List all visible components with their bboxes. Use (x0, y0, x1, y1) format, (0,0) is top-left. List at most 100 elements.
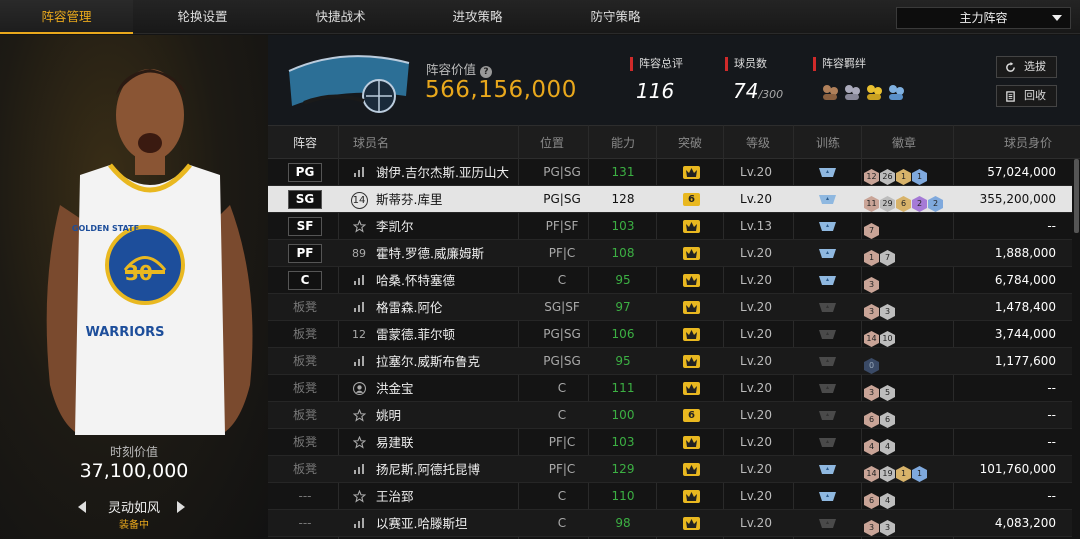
table-row[interactable]: 板凳 12 雷蒙德.菲尔顿 PG|SG 106 Lv.20 14 10 3,744,000 (268, 321, 1072, 348)
training-icon[interactable] (818, 194, 837, 205)
badge-icon[interactable]: 7 (864, 223, 879, 239)
badge-icon[interactable]: 14 (864, 466, 879, 482)
badge-icon[interactable]: 6 (896, 196, 911, 212)
lineup-slot-badge[interactable]: PG (288, 163, 322, 182)
training-icon[interactable] (818, 248, 837, 259)
badge-icon[interactable]: 12 (864, 169, 879, 185)
table-row[interactable]: PG 谢伊.吉尔杰斯.亚历山大 PG|SG 131 Lv.20 12 26 1 1 57,024,… (268, 159, 1072, 186)
badge-icon[interactable]: 19 (880, 466, 895, 482)
bond-bronze-icon[interactable] (820, 82, 840, 102)
table-row[interactable]: 板凳 洪金宝 C 111 Lv.20 3 5 -- (268, 375, 1072, 402)
badge-icon[interactable]: 7 (880, 250, 895, 266)
training-icon[interactable] (818, 302, 837, 313)
player-name[interactable]: 斯蒂芬.库里 (376, 186, 442, 213)
training-icon[interactable] (818, 410, 837, 421)
badge-icon[interactable]: 3 (864, 304, 879, 320)
col-worth[interactable]: 球员身价 (988, 126, 1068, 160)
player-name[interactable]: 以赛亚.哈滕斯坦 (376, 510, 467, 537)
badge-icon[interactable]: 1 (896, 169, 911, 185)
badge-icon[interactable]: 6 (864, 412, 879, 428)
lineup-slot-text[interactable]: 板凳 (282, 429, 328, 456)
table-row[interactable]: SG 14 斯蒂芬.库里 PG|SG 128 6 Lv.20 11 29 6 2 2 355,200,0… (268, 186, 1072, 213)
training-icon[interactable] (818, 167, 837, 178)
table-row[interactable]: --- 以赛亚.哈滕斯坦 C 98 Lv.20 3 3 4,083,200 (268, 510, 1072, 537)
lineup-slot-text[interactable]: 板凳 (282, 348, 328, 375)
badge-icon[interactable]: 3 (864, 520, 879, 536)
select-players-button[interactable]: 选拔 (996, 56, 1057, 78)
tab-rotation-settings[interactable]: 轮换设置 (136, 0, 269, 34)
badge-icon[interactable]: 4 (864, 439, 879, 455)
recycle-button[interactable]: 回收 (996, 85, 1057, 107)
lineup-select-dropdown[interactable]: 主力阵容 (896, 7, 1071, 29)
table-row[interactable]: C 哈桑.怀特塞德 C 95 Lv.20 3 6,784,000 (268, 267, 1072, 294)
lineup-slot-badge[interactable]: SG (288, 190, 322, 209)
scrollbar[interactable] (1074, 159, 1079, 233)
col-ability[interactable]: 能力 (593, 126, 653, 160)
table-row[interactable]: 板凳 姚明 C 100 6 Lv.20 6 6 -- (268, 402, 1072, 429)
col-position[interactable]: 位置 (522, 126, 582, 160)
col-lineup[interactable]: 阵容 (280, 126, 330, 160)
player-name[interactable]: 霍特.罗德.威廉姆斯 (376, 240, 484, 267)
next-skill-arrow-icon[interactable] (177, 501, 185, 513)
player-name[interactable]: 拉塞尔.威斯布鲁克 (376, 348, 480, 375)
training-icon[interactable] (818, 329, 837, 340)
table-row[interactable]: --- 王治郅 C 110 Lv.20 6 4 -- (268, 483, 1072, 510)
badge-icon[interactable]: 1 (864, 250, 879, 266)
player-name[interactable]: 格雷森.阿伦 (376, 294, 442, 321)
training-icon[interactable] (818, 383, 837, 394)
training-icon[interactable] (818, 356, 837, 367)
badge-icon[interactable]: 29 (880, 196, 895, 212)
training-icon[interactable] (818, 275, 837, 286)
col-badge[interactable]: 徽章 (874, 126, 934, 160)
badge-icon[interactable]: 14 (864, 331, 879, 347)
player-name[interactable]: 扬尼斯.阿德托昆博 (376, 456, 480, 483)
tab-lineup-management[interactable]: 阵容管理 (0, 0, 133, 34)
bond-blue-icon[interactable] (886, 82, 906, 102)
lineup-slot-badge[interactable]: PF (288, 244, 322, 263)
lineup-slot-badge[interactable]: C (288, 271, 322, 290)
table-row[interactable]: SF 李凯尔 PF|SF 103 Lv.13 7 -- (268, 213, 1072, 240)
table-row[interactable]: 板凳 扬尼斯.阿德托昆博 PF|C 129 Lv.20 14 19 1 1 101,760,000 (268, 456, 1072, 483)
badge-icon[interactable]: 1 (896, 466, 911, 482)
bond-silver-icon[interactable] (842, 82, 862, 102)
player-name[interactable]: 姚明 (376, 402, 401, 429)
tab-defense-strategy[interactable]: 防守策略 (549, 0, 682, 34)
badge-icon[interactable]: 4 (880, 493, 895, 509)
badge-icon[interactable]: 3 (864, 277, 879, 293)
badge-icon[interactable]: 1 (912, 466, 927, 482)
player-name[interactable]: 王治郅 (376, 483, 414, 510)
badge-icon[interactable]: 5 (880, 385, 895, 401)
badge-icon[interactable]: 2 (912, 196, 927, 212)
lineup-slot-badge[interactable]: SF (288, 217, 322, 236)
lineup-slot-text[interactable]: 板凳 (282, 456, 328, 483)
player-name[interactable]: 洪金宝 (376, 375, 414, 402)
table-row[interactable]: PF 89 霍特.罗德.威廉姆斯 PF|C 108 Lv.20 1 7 1,888,000 (268, 240, 1072, 267)
tab-offense-strategy[interactable]: 进攻策略 (411, 0, 544, 34)
training-icon[interactable] (818, 518, 837, 529)
badge-icon[interactable]: 0 (864, 358, 879, 374)
badge-icon[interactable]: 11 (864, 196, 879, 212)
training-icon[interactable] (818, 491, 837, 502)
lineup-slot-text[interactable]: 板凳 (282, 402, 328, 429)
training-icon[interactable] (818, 437, 837, 448)
table-row[interactable]: 板凳 格雷森.阿伦 SG|SF 97 Lv.20 3 3 1,478,400 (268, 294, 1072, 321)
badge-icon[interactable]: 3 (864, 385, 879, 401)
badge-icon[interactable]: 1 (912, 169, 927, 185)
player-name[interactable]: 李凯尔 (376, 213, 414, 240)
lineup-slot-text[interactable]: 板凳 (282, 294, 328, 321)
table-row[interactable]: 板凳 易建联 PF|C 103 Lv.20 4 4 -- (268, 429, 1072, 456)
training-icon[interactable] (818, 221, 837, 232)
tab-quick-tactics[interactable]: 快捷战术 (274, 0, 407, 34)
badge-icon[interactable]: 3 (880, 304, 895, 320)
col-training[interactable]: 训练 (798, 126, 858, 160)
badge-icon[interactable]: 6 (880, 412, 895, 428)
badge-icon[interactable]: 26 (880, 169, 895, 185)
bond-gold-icon[interactable] (864, 82, 884, 102)
col-breakthrough[interactable]: 突破 (660, 126, 720, 160)
col-level[interactable]: 等级 (728, 126, 788, 160)
table-row[interactable]: 板凳 拉塞尔.威斯布鲁克 PG|SG 95 Lv.20 0 1,177,600 (268, 348, 1072, 375)
badge-icon[interactable]: 4 (880, 439, 895, 455)
badge-icon[interactable]: 3 (880, 520, 895, 536)
lineup-slot-text[interactable]: 板凳 (282, 375, 328, 402)
badge-icon[interactable]: 2 (928, 196, 943, 212)
